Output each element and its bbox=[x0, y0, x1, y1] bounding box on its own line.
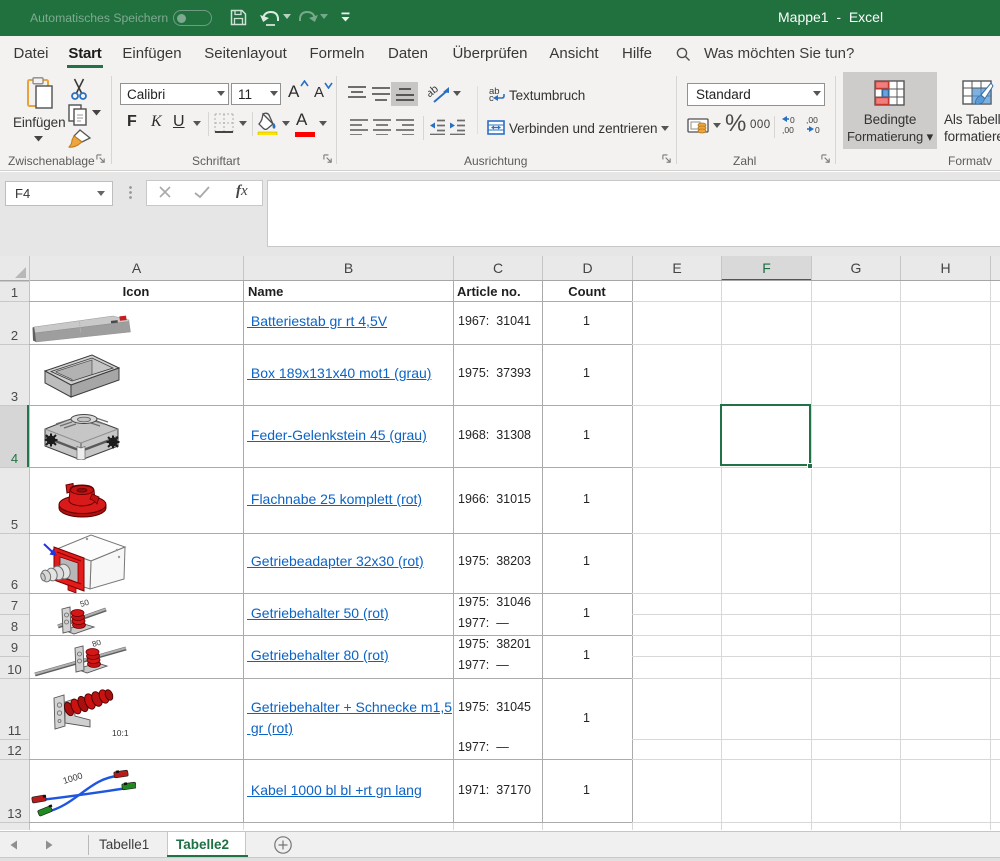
svg-text:,00: ,00 bbox=[806, 115, 818, 125]
svg-text:,00: ,00 bbox=[782, 125, 794, 135]
svg-text:1000: 1000 bbox=[62, 770, 84, 785]
svg-text:0: 0 bbox=[815, 125, 820, 135]
svg-text:0: 0 bbox=[790, 115, 795, 125]
svg-text:50: 50 bbox=[79, 598, 91, 609]
svg-text:10:1: 10:1 bbox=[112, 728, 129, 738]
svg-text:c: c bbox=[489, 93, 494, 102]
svg-text:80: 80 bbox=[91, 640, 103, 649]
